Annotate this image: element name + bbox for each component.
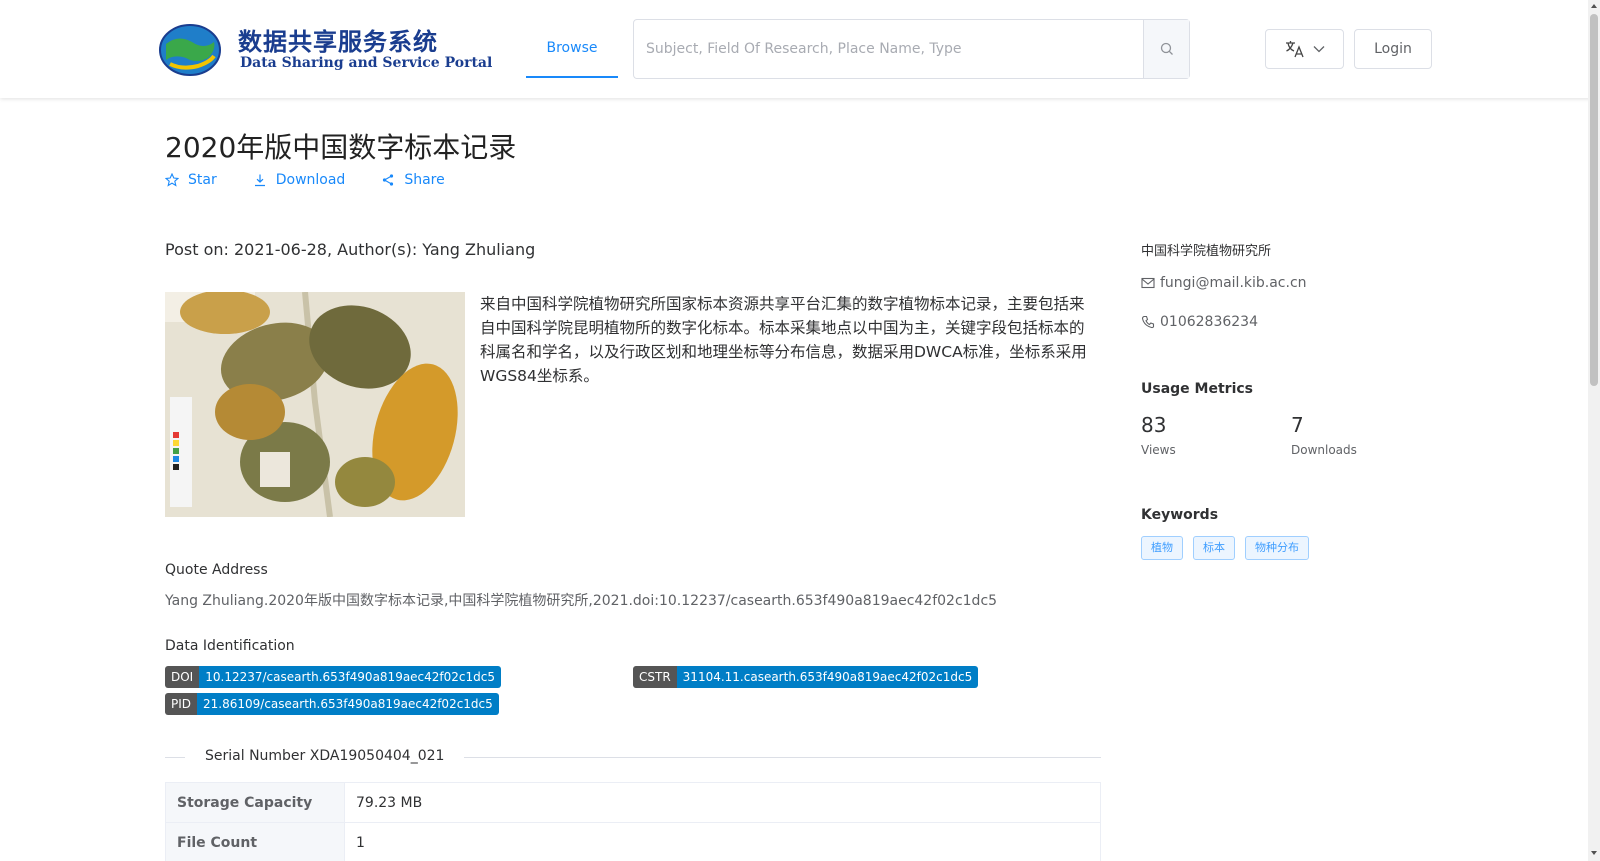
doi-badge[interactable]: DOI 10.12237/casearth.653f490a819aec42f0… [165,666,502,688]
table-cell-label: File Count [165,822,345,861]
dataset-description: 来自中国科学院植物研究所国家标本资源共享平台汇集的数字植物标本记录，主要包括来自… [480,295,1087,385]
contact-phone: 01062836234 [1141,314,1258,330]
views-count: 83 [1141,413,1167,437]
search-icon [1160,42,1173,55]
logo-title-en: Data Sharing and Service Portal [240,55,493,71]
globe-logo-icon [159,24,221,76]
contact-email[interactable]: fungi@mail.kib.ac.cn [1141,275,1307,291]
search-button[interactable] [1143,20,1189,78]
language-switcher[interactable] [1265,29,1344,69]
keywords-heading: Keywords [1141,507,1219,523]
views-label: Views [1141,443,1176,457]
dataset-actions: Star Download Share [165,172,445,188]
data-identification-label: Data Identification [165,638,295,654]
scrollbar-thumb[interactable] [1590,14,1598,386]
cstr-badge-key: CSTR [633,666,677,688]
scroll-up-arrow-icon[interactable] [1590,2,1598,10]
search-input[interactable] [634,20,1143,78]
mail-icon [1141,277,1155,289]
download-label: Download [275,172,346,188]
table-cell-label: Storage Capacity [165,782,345,823]
pid-badge[interactable]: PID 21.86109/casearth.653f490a819aec42f0… [165,693,499,715]
share-icon [383,174,394,186]
scroll-down-arrow-icon[interactable] [1590,849,1598,857]
specimen-image[interactable] [165,292,465,517]
share-button[interactable]: Share [381,172,445,188]
download-button[interactable]: Download [253,172,346,188]
translate-icon [1285,41,1304,58]
star-button[interactable]: Star [165,172,217,188]
login-button[interactable]: Login [1354,29,1432,69]
organization-name: 中国科学院植物研究所 [1141,244,1272,259]
download-icon [254,174,265,187]
downloads-label: Downloads [1291,443,1357,457]
email-text: fungi@mail.kib.ac.cn [1160,275,1307,291]
table-cell-value: 79.23 MB [344,782,1101,823]
serial-number: Serial Number XDA19050404_021 [185,748,465,764]
table-row: Storage Capacity 79.23 MB [165,782,1101,823]
pid-badge-key: PID [165,693,198,715]
keyword-tag[interactable]: 物种分布 [1245,536,1309,560]
page-title: 2020年版中国数字标本记录 [165,131,517,164]
quote-address-text: Yang Zhuliang.2020年版中国数字标本记录,中国科学院植物研究所,… [165,593,998,609]
cstr-badge-value: 31104.11.casearth.653f490a819aec42f02c1d… [676,666,979,688]
share-label: Share [404,172,445,188]
site-header: 数据共享服务系统 Data Sharing and Service Portal… [0,0,1600,98]
doi-badge-key: DOI [165,666,200,688]
chevron-down-icon [1313,46,1324,53]
keyword-tag[interactable]: 植物 [1141,536,1183,560]
specimen-photo [165,292,465,517]
star-label: Star [188,172,217,188]
doi-badge-value: 10.12237/casearth.653f490a819aec42f02c1d… [199,666,502,688]
table-row: File Count 1 [165,822,1101,861]
phone-text: 01062836234 [1160,314,1258,330]
search-bar [633,19,1190,79]
post-info: Post on: 2021-06-28, Author(s): Yang Zhu… [165,240,536,259]
table-cell-value: 1 [344,822,1101,861]
cstr-badge[interactable]: CSTR 31104.11.casearth.653f490a819aec42f… [633,666,979,688]
star-icon [165,173,179,187]
page-scrollbar[interactable] [1588,0,1600,861]
downloads-count: 7 [1291,413,1304,437]
logo-title-cn: 数据共享服务系统 [238,28,438,56]
keyword-tag[interactable]: 标本 [1193,536,1235,560]
dataset-info-table: Storage Capacity 79.23 MB File Count 1 [165,782,1101,861]
usage-metrics-heading: Usage Metrics [1141,381,1253,397]
phone-icon [1141,315,1155,329]
pid-badge-value: 21.86109/casearth.653f490a819aec42f02c1d… [197,693,499,715]
nav-browse-tab[interactable]: Browse [526,20,618,78]
site-logo[interactable]: 数据共享服务系统 Data Sharing and Service Portal [152,20,492,80]
quote-address-label: Quote Address [165,562,268,578]
